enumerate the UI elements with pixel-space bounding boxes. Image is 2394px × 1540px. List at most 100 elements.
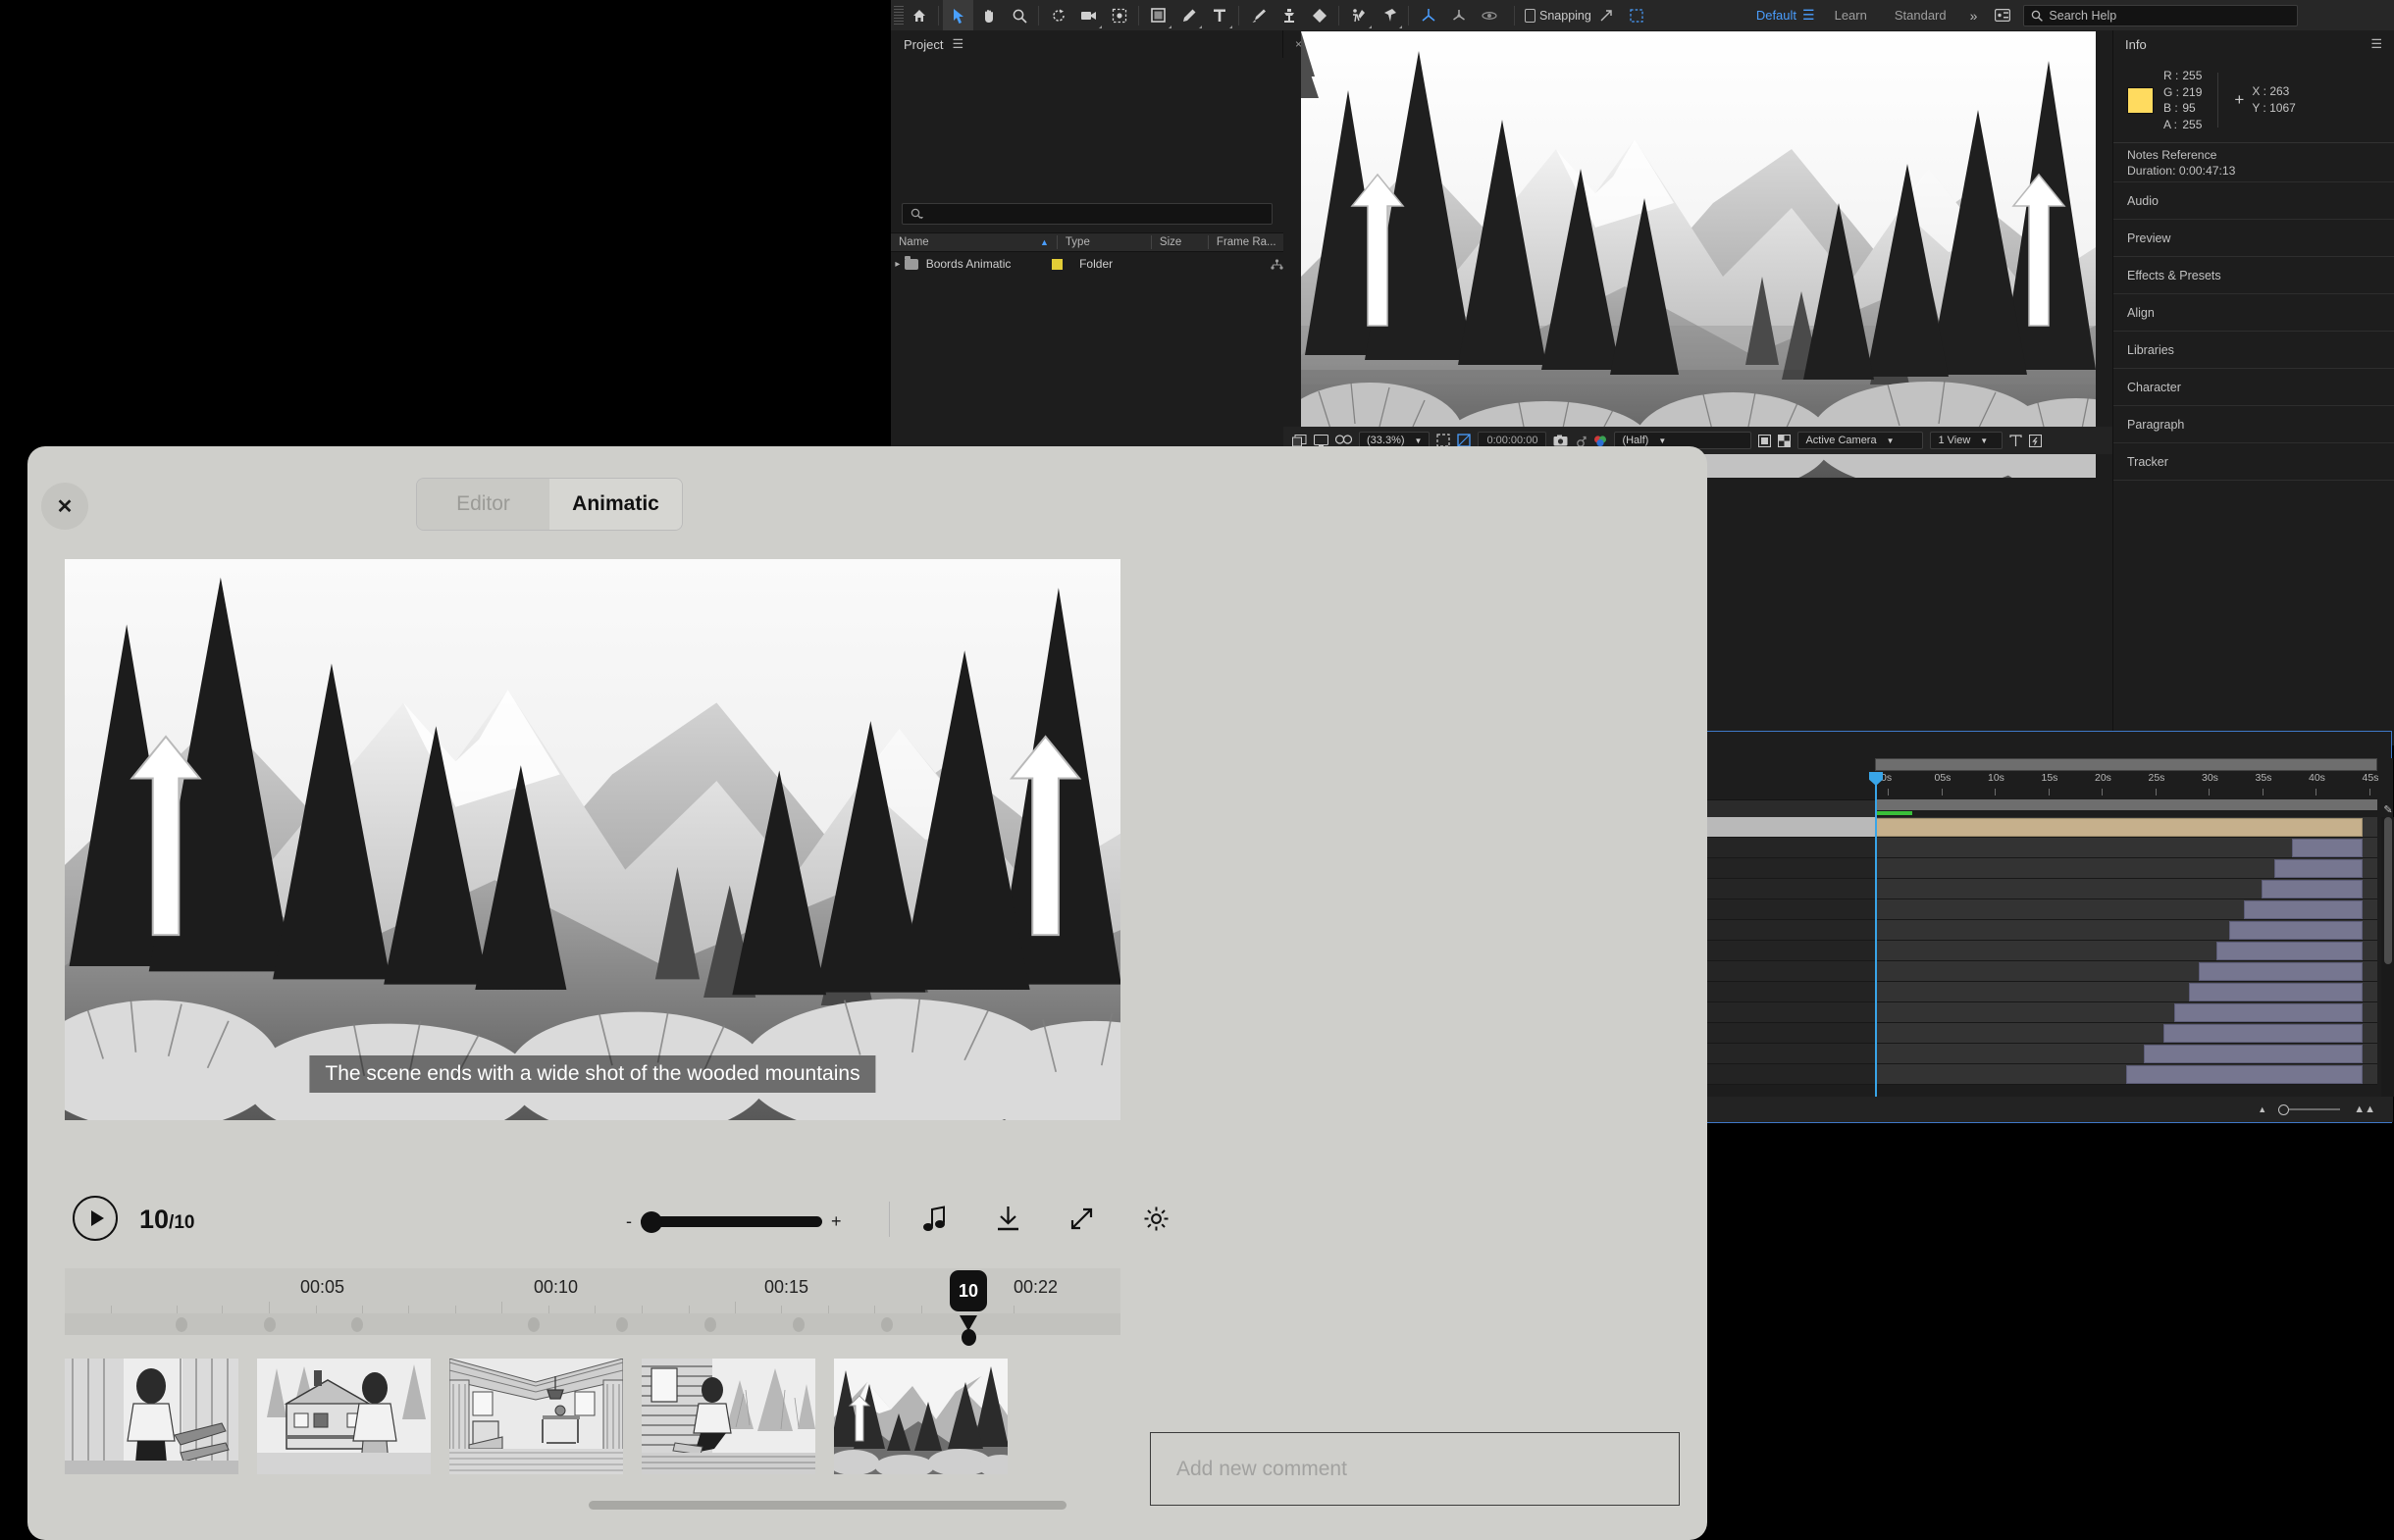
timeline-link-icon[interactable] bbox=[2029, 434, 2043, 447]
region-of-interest-icon[interactable] bbox=[1436, 434, 1451, 447]
tab-animatic[interactable]: Animatic bbox=[549, 479, 682, 530]
layer-duration-bar[interactable] bbox=[2262, 880, 2363, 898]
sidebar-item-audio[interactable]: Audio bbox=[2113, 181, 2394, 219]
music-note-icon[interactable] bbox=[922, 1206, 947, 1232]
pixel-aspect-icon[interactable] bbox=[2009, 434, 2023, 447]
download-icon[interactable] bbox=[996, 1206, 1020, 1232]
layer-duration-bar[interactable] bbox=[2274, 859, 2363, 878]
slider-track[interactable] bbox=[641, 1211, 822, 1233]
timeline-bar-row[interactable] bbox=[1875, 920, 2377, 941]
camera-tool-icon[interactable] bbox=[1073, 0, 1104, 30]
timeline-bar-row[interactable] bbox=[1875, 817, 2377, 838]
workspace-settings-icon[interactable] bbox=[1987, 0, 2017, 30]
always-preview-icon[interactable] bbox=[1292, 434, 1307, 447]
timeline-bar-row[interactable] bbox=[1875, 1044, 2377, 1064]
fast-preview-icon[interactable] bbox=[1758, 434, 1772, 447]
slider-plus-label[interactable]: + bbox=[831, 1211, 842, 1232]
unified-camera-icon[interactable] bbox=[1443, 0, 1474, 30]
animatic-preview-stage[interactable]: The scene ends with a wide shot of the w… bbox=[65, 559, 1120, 1120]
3d-axis-icon[interactable] bbox=[1413, 0, 1443, 30]
thumbnail-shot-4[interactable] bbox=[642, 1359, 815, 1474]
snapping-toggle[interactable]: Snapping bbox=[1525, 8, 1591, 23]
pan-behind-tool-icon[interactable] bbox=[1104, 0, 1134, 30]
puppet-pin-icon[interactable] bbox=[1374, 0, 1404, 30]
thumbnail-shot-2[interactable] bbox=[257, 1359, 431, 1474]
search-help-field[interactable]: Search Help bbox=[2023, 4, 2299, 26]
project-row-boords-animatic[interactable]: ▸ Boords Animatic Folder bbox=[891, 253, 1283, 275]
workspace-learn[interactable]: Learn bbox=[1821, 8, 1881, 23]
slider-minus-label[interactable]: - bbox=[626, 1211, 632, 1232]
channels-icon[interactable] bbox=[1593, 435, 1607, 447]
playhead-badge[interactable]: 10 bbox=[950, 1270, 987, 1311]
project-panel-menu-icon[interactable]: ☰ bbox=[952, 36, 963, 52]
layer-duration-bar[interactable] bbox=[2291, 839, 2363, 857]
work-area-bar-bottom[interactable] bbox=[1875, 799, 2377, 810]
column-type[interactable]: Type bbox=[1056, 235, 1151, 249]
project-search-input[interactable] bbox=[902, 203, 1273, 225]
thumbnail-shot-1[interactable] bbox=[65, 1359, 238, 1474]
workspace-menu-icon[interactable]: ☰ bbox=[1802, 7, 1815, 24]
column-name[interactable]: Name bbox=[891, 235, 1040, 249]
label-color-swatch[interactable] bbox=[1052, 258, 1064, 270]
layer-bar-pen-icon[interactable]: ✎ bbox=[2381, 803, 2394, 817]
disclosure-triangle-icon[interactable]: ▸ bbox=[891, 259, 905, 270]
layer-duration-bar[interactable] bbox=[2216, 942, 2363, 960]
info-panel-menu-icon[interactable]: ☰ bbox=[2370, 36, 2382, 52]
sidebar-item-align[interactable]: Align bbox=[2113, 293, 2394, 331]
workspace-standard[interactable]: Standard bbox=[1881, 8, 1960, 23]
timeline-bar-row[interactable] bbox=[1875, 899, 2377, 920]
current-time-indicator[interactable] bbox=[1869, 772, 1883, 1097]
thumbnail-shot-5[interactable] bbox=[834, 1359, 1008, 1474]
monitor-icon[interactable] bbox=[1314, 434, 1328, 447]
composition-viewer[interactable] bbox=[1283, 30, 2112, 478]
player-scrubber[interactable]: 00:05 00:10 00:15 00:22 10 bbox=[65, 1268, 1120, 1346]
column-frame-rate[interactable]: Frame Ra... bbox=[1207, 235, 1276, 249]
snap-bounds-icon[interactable] bbox=[1622, 0, 1652, 30]
playhead-handle[interactable] bbox=[962, 1329, 976, 1346]
layer-duration-bar[interactable] bbox=[2163, 1024, 2363, 1043]
slider-knob[interactable] bbox=[641, 1211, 662, 1233]
workspace-overflow-icon[interactable]: » bbox=[1960, 8, 1988, 24]
shy-icon[interactable] bbox=[1271, 258, 1283, 270]
toolbar-grip[interactable] bbox=[894, 5, 904, 26]
tab-editor[interactable]: Editor bbox=[417, 479, 549, 530]
layer-duration-bar[interactable] bbox=[2228, 921, 2363, 940]
timeline-vertical-scrollbar[interactable] bbox=[2381, 817, 2394, 1097]
3d-glasses-icon[interactable] bbox=[1335, 435, 1352, 446]
timeline-bar-row[interactable] bbox=[1875, 961, 2377, 982]
camera-view-select[interactable]: Active Camera ▼ bbox=[1797, 432, 1924, 449]
thumbnail-shot-3[interactable] bbox=[449, 1359, 623, 1474]
storyboard-thumbnail-strip[interactable] bbox=[65, 1359, 1120, 1486]
layer-duration-bar[interactable] bbox=[2126, 1065, 2363, 1084]
timeline-layer-bars[interactable] bbox=[1875, 817, 2377, 1097]
timeline-bar-row[interactable] bbox=[1875, 1064, 2377, 1085]
layer-duration-bar[interactable] bbox=[2244, 900, 2363, 919]
orbit-tool-icon[interactable] bbox=[1474, 0, 1504, 30]
brush-tool-icon[interactable] bbox=[1243, 0, 1274, 30]
play-button[interactable] bbox=[73, 1196, 118, 1241]
transparency-checker-icon[interactable] bbox=[1778, 434, 1792, 447]
layer-duration-bar[interactable] bbox=[2143, 1045, 2363, 1063]
clone-stamp-icon[interactable] bbox=[1274, 0, 1304, 30]
view-layout-select[interactable]: 1 View ▼ bbox=[1930, 432, 2004, 449]
timeline-bar-row[interactable] bbox=[1875, 982, 2377, 1002]
sidebar-item-paragraph[interactable]: Paragraph bbox=[2113, 405, 2394, 442]
work-area-bar-top[interactable] bbox=[1875, 758, 2377, 771]
snapping-checkbox[interactable] bbox=[1525, 8, 1535, 23]
layer-duration-bar[interactable] bbox=[2173, 1003, 2363, 1022]
timeline-bar-row[interactable] bbox=[1875, 1002, 2377, 1023]
snap-arrow-icon[interactable] bbox=[1591, 0, 1622, 30]
rotation-tool-icon[interactable] bbox=[1043, 0, 1073, 30]
show-snapshot-icon[interactable] bbox=[1575, 435, 1587, 447]
sidebar-item-libraries[interactable]: Libraries bbox=[2113, 331, 2394, 368]
eraser-tool-icon[interactable] bbox=[1304, 0, 1334, 30]
shape-tool-icon[interactable] bbox=[1143, 0, 1173, 30]
timeline-bar-row[interactable] bbox=[1875, 1023, 2377, 1044]
sidebar-item-preview[interactable]: Preview bbox=[2113, 219, 2394, 256]
layer-duration-bar[interactable] bbox=[2189, 983, 2363, 1001]
type-tool-icon[interactable] bbox=[1204, 0, 1234, 30]
timeline-ruler[interactable]: 0s 05s 10s 15s 20s 25s 30s 35s 40s 45s bbox=[1875, 772, 2378, 799]
transparency-grid-icon[interactable] bbox=[1457, 434, 1472, 447]
sidebar-item-tracker[interactable]: Tracker bbox=[2113, 442, 2394, 480]
layer-duration-bar[interactable] bbox=[1875, 818, 2363, 837]
